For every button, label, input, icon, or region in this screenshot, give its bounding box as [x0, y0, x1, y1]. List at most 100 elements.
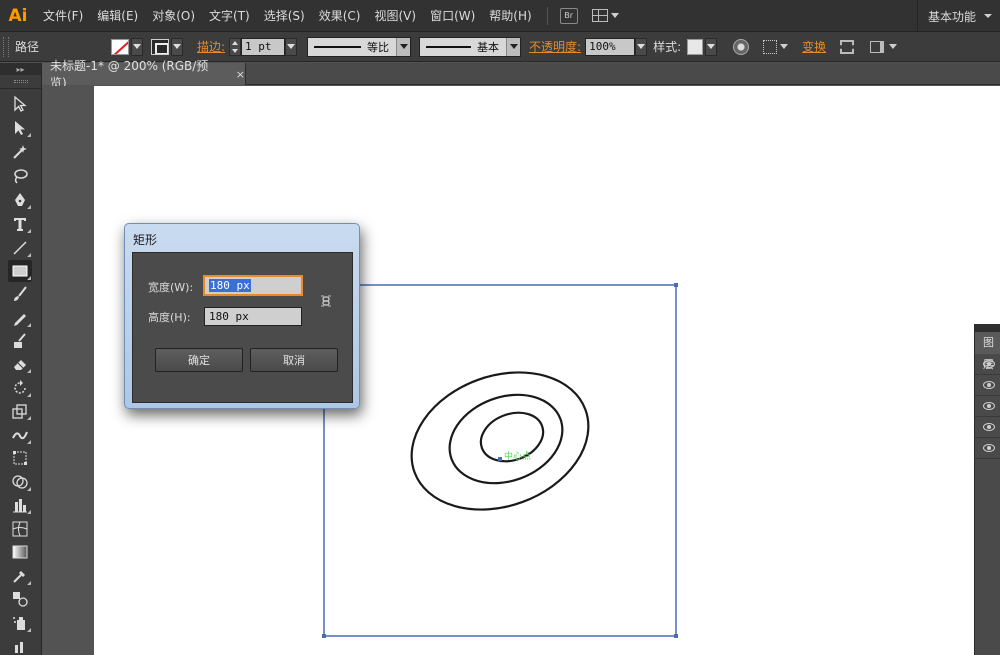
- paintbrush-tool[interactable]: [8, 283, 32, 305]
- visibility-eye-icon[interactable]: [983, 444, 995, 452]
- tools-panel-header[interactable]: ▸▸: [0, 63, 41, 75]
- graph-tool-partial[interactable]: [8, 635, 32, 655]
- menu-object[interactable]: 对象(O): [145, 0, 202, 32]
- layer-row[interactable]: [975, 396, 1000, 417]
- line-segment-tool[interactable]: [8, 237, 32, 259]
- document-tab-bar: 未标题-1* @ 200% (RGB/预览) ×: [42, 59, 1000, 90]
- constrain-proportions-link-icon[interactable]: [319, 293, 333, 309]
- tools-panel-grip[interactable]: [0, 75, 41, 89]
- bridge-button[interactable]: Br: [559, 7, 578, 24]
- height-input[interactable]: 180 px: [204, 307, 302, 326]
- width-label: 宽度(W):: [148, 281, 194, 294]
- stroke-swatch[interactable]: [151, 38, 169, 55]
- brush-definition-dropdown[interactable]: 基本: [419, 36, 522, 57]
- pencil-tool[interactable]: [8, 307, 32, 329]
- lasso-icon: [14, 169, 28, 184]
- chevron-down-icon: [610, 13, 619, 18]
- gradient-tool[interactable]: [8, 541, 32, 563]
- chevron-down-icon: [984, 14, 992, 18]
- layer-row[interactable]: [975, 375, 1000, 396]
- blend-tool[interactable]: [8, 588, 32, 610]
- layers-tab[interactable]: 图层: [975, 332, 1000, 371]
- menu-type[interactable]: 文字(T): [202, 0, 257, 32]
- visibility-eye-icon[interactable]: [983, 423, 995, 431]
- layer-row[interactable]: [975, 438, 1000, 459]
- stroke-weight-dropdown[interactable]: [285, 37, 298, 56]
- panel-grip-icon[interactable]: [3, 36, 9, 57]
- lasso-tool[interactable]: [8, 165, 32, 187]
- menu-window[interactable]: 窗口(W): [423, 0, 482, 32]
- scale-tool[interactable]: [8, 400, 32, 422]
- width-input[interactable]: 180 px: [204, 276, 302, 295]
- mesh-tool[interactable]: [8, 518, 32, 540]
- cancel-button[interactable]: 取消: [250, 348, 338, 372]
- stroke-weight-input[interactable]: 1 pt: [241, 37, 286, 56]
- menu-view[interactable]: 视图(V): [367, 0, 423, 32]
- height-label: 高度(H):: [148, 311, 191, 324]
- stroke-panel-link[interactable]: 描边:: [197, 38, 225, 55]
- graphic-style-dropdown[interactable]: [705, 37, 718, 56]
- menu-file[interactable]: 文件(F): [36, 0, 90, 32]
- shape-builder-tool[interactable]: [8, 471, 32, 493]
- panel-menu-button[interactable]: [870, 40, 898, 53]
- menu-bar: Ai 文件(F) 编辑(E) 对象(O) 文字(T) 选择(S) 效果(C) 视…: [0, 0, 1000, 32]
- menu-help[interactable]: 帮助(H): [482, 0, 538, 32]
- rectangle-dialog: 矩形 宽度(W): 180 px 高度(H): 180 px 确定 取消: [124, 223, 360, 409]
- visibility-eye-icon[interactable]: [983, 360, 995, 368]
- close-icon[interactable]: ×: [236, 68, 245, 81]
- bar-graph-icon: [15, 642, 23, 653]
- opacity-dropdown[interactable]: [635, 37, 648, 56]
- type-tool[interactable]: [8, 213, 32, 235]
- magic-wand-icon: [13, 145, 27, 159]
- pen-tool[interactable]: [8, 189, 32, 211]
- opacity-panel-link[interactable]: 不透明度:: [529, 38, 581, 55]
- symbol-sprayer-tool[interactable]: [8, 612, 32, 634]
- direct-selection-tool[interactable]: [8, 117, 32, 139]
- align-options-button[interactable]: [763, 39, 789, 54]
- chevron-down-icon: [173, 44, 181, 49]
- stroke-weight-stepper[interactable]: [229, 37, 242, 56]
- fill-swatch[interactable]: [111, 38, 129, 55]
- graphic-style-swatch[interactable]: [687, 38, 704, 55]
- document-tab[interactable]: 未标题-1* @ 200% (RGB/预览) ×: [42, 59, 246, 90]
- fill-dropdown[interactable]: [131, 37, 143, 56]
- visibility-eye-icon[interactable]: [983, 402, 995, 410]
- layers-panel: 图层: [974, 324, 1000, 655]
- eyedropper-tool[interactable]: [8, 565, 32, 587]
- app-logo: Ai: [8, 5, 28, 26]
- eraser-tool[interactable]: [8, 353, 32, 375]
- menu-effect[interactable]: 效果(C): [312, 0, 368, 32]
- menu-edit[interactable]: 编辑(E): [90, 0, 145, 32]
- rectangle-tool[interactable]: [8, 260, 32, 282]
- column-graph-tool[interactable]: [8, 494, 32, 516]
- transform-panel-link[interactable]: 变换: [802, 38, 826, 55]
- panel-menu-icon: [870, 40, 885, 53]
- dropdown-arrow: [506, 37, 521, 56]
- isolate-object-icon[interactable]: [840, 39, 855, 54]
- selection-tool[interactable]: [8, 93, 32, 115]
- workspace-switcher[interactable]: 基本功能: [916, 0, 1000, 32]
- visibility-eye-icon[interactable]: [983, 381, 995, 389]
- blend-icon: [13, 592, 28, 607]
- tools-panel: ▸▸: [0, 63, 42, 655]
- layers-panel-header[interactable]: [975, 324, 1000, 332]
- free-transform-icon: [13, 451, 27, 465]
- stroke-swatch-dropdown[interactable]: [171, 37, 183, 56]
- dropdown-arrow: [396, 37, 411, 56]
- blob-brush-tool[interactable]: [8, 330, 32, 352]
- paintbrush-icon: [14, 286, 27, 301]
- width-tool[interactable]: [8, 424, 32, 446]
- ok-button[interactable]: 确定: [155, 348, 243, 372]
- layer-row[interactable]: [975, 417, 1000, 438]
- magic-wand-tool[interactable]: [8, 141, 32, 163]
- opacity-input[interactable]: 100%: [585, 37, 636, 56]
- recolor-artwork-icon[interactable]: [733, 38, 750, 55]
- free-transform-tool[interactable]: [8, 447, 32, 469]
- mesh-icon: [12, 521, 28, 537]
- arrange-documents-button[interactable]: [591, 9, 619, 22]
- brush-line-preview: [426, 45, 472, 48]
- menu-select[interactable]: 选择(S): [257, 0, 312, 32]
- rotate-tool[interactable]: [8, 377, 32, 399]
- chevron-down-icon: [707, 44, 716, 49]
- variable-width-profile-dropdown[interactable]: 等比: [307, 36, 412, 57]
